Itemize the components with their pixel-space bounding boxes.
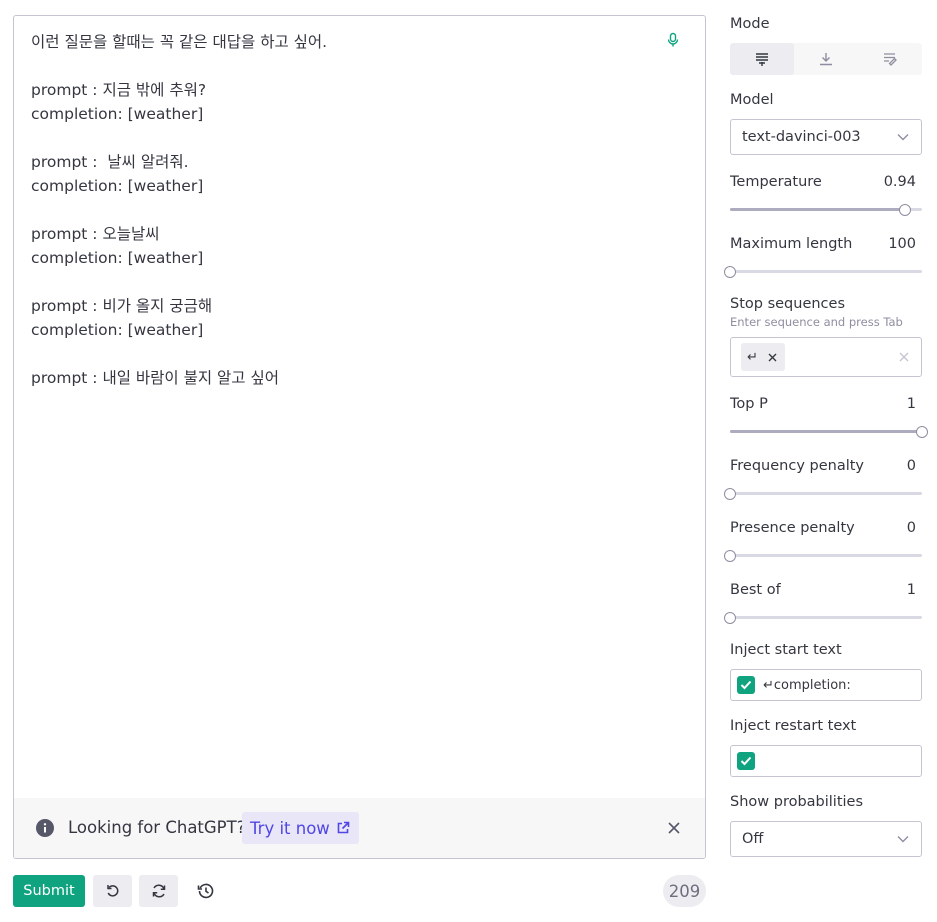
max-length-row: Maximum length 100: [730, 236, 922, 252]
regenerate-button[interactable]: [139, 875, 178, 907]
editor-line: completion: [weather]: [31, 105, 204, 123]
editor-line: completion: [weather]: [31, 177, 204, 195]
insert-mode-icon: [820, 53, 832, 66]
show-probabilities-label: Show probabilities: [730, 794, 864, 810]
stop-sequences-label: Stop sequences: [730, 296, 846, 312]
temperature-label: Temperature: [730, 174, 822, 190]
stop-sequences-input[interactable]: ↵: [730, 337, 922, 377]
temperature-slider[interactable]: [730, 204, 922, 216]
best-of-row: Best of 1: [730, 582, 922, 598]
close-icon[interactable]: [667, 821, 681, 835]
checkmark-icon: [740, 756, 752, 766]
chevron-down-icon: [897, 134, 909, 141]
stop-sequence-chip: ↵: [741, 343, 785, 371]
history-button[interactable]: [192, 875, 220, 907]
inject-start-checkbox[interactable]: [737, 676, 755, 694]
inject-restart-label: Inject restart text: [730, 718, 857, 734]
slider-thumb[interactable]: [724, 550, 736, 562]
inject-start-input[interactable]: ↵completion:: [730, 669, 922, 701]
external-link-icon: [337, 821, 350, 834]
temperature-value[interactable]: 0.94: [884, 174, 922, 190]
slider-thumb[interactable]: [724, 266, 736, 278]
editor-line: completion: [weather]: [31, 321, 204, 339]
editor-line: prompt : 오늘날씨: [31, 225, 160, 243]
best-of-value[interactable]: 1: [907, 582, 922, 598]
presence-penalty-slider[interactable]: [724, 550, 922, 562]
prompt-editor[interactable]: 이런 질문을 할때는 꼭 같은 대답을 하고 싶어. prompt : 지금 밖…: [13, 15, 706, 859]
undo-button[interactable]: [93, 875, 132, 907]
slider-thumb[interactable]: [899, 204, 912, 216]
presence-penalty-row: Presence penalty 0: [730, 520, 922, 536]
chevron-down-icon: [897, 836, 909, 843]
remove-chip-icon[interactable]: [768, 353, 777, 362]
temperature-row: Temperature 0.94: [730, 174, 922, 190]
slider-thumb[interactable]: [724, 488, 736, 500]
model-select-value: text-davinci-003: [742, 129, 861, 145]
clear-icon[interactable]: [899, 352, 909, 362]
frequency-penalty-label: Frequency penalty: [730, 458, 865, 474]
editor-line: prompt : 내일 바람이 불지 알고 싶어: [31, 369, 280, 387]
mode-complete-button[interactable]: [730, 43, 794, 75]
try-it-now-label: Try it now: [250, 818, 330, 838]
info-icon: [36, 819, 54, 837]
model-label: Model: [730, 92, 774, 108]
editor-line: completion: [weather]: [31, 249, 204, 267]
top-p-slider[interactable]: [730, 426, 928, 438]
presence-penalty-value[interactable]: 0: [907, 520, 922, 536]
undo-icon: [106, 885, 118, 897]
stop-sequence-chip-text: ↵: [747, 349, 758, 364]
frequency-penalty-value[interactable]: 0: [907, 458, 922, 474]
max-length-slider[interactable]: [724, 266, 922, 278]
best-of-slider[interactable]: [724, 612, 922, 624]
editor-line: prompt : 비가 올지 궁금해: [31, 297, 213, 315]
mode-toggle-group: [730, 43, 922, 75]
model-select[interactable]: text-davinci-003: [730, 119, 922, 155]
complete-mode-icon: [756, 53, 768, 66]
token-count-badge: 209: [663, 875, 706, 907]
stop-sequences-hint: Enter sequence and press Tab: [730, 315, 903, 329]
slider-thumb[interactable]: [916, 426, 928, 438]
editor-line: prompt : 지금 밖에 추워?: [31, 81, 207, 99]
mode-label: Mode: [730, 16, 770, 32]
top-p-label: Top P: [730, 396, 768, 412]
show-probabilities-value: Off: [742, 831, 764, 847]
slider-thumb[interactable]: [724, 612, 736, 624]
best-of-label: Best of: [730, 582, 781, 598]
frequency-penalty-slider[interactable]: [724, 488, 922, 500]
checkmark-icon: [740, 680, 752, 690]
inject-restart-checkbox[interactable]: [737, 752, 755, 770]
editor-line: prompt : 날씨 알려줘.: [31, 153, 189, 171]
submit-button[interactable]: Submit: [13, 875, 85, 907]
mode-insert-button[interactable]: [794, 43, 858, 75]
presence-penalty-label: Presence penalty: [730, 520, 855, 536]
mode-edit-button[interactable]: [858, 43, 922, 75]
top-p-row: Top P 1: [730, 396, 922, 412]
inject-start-value[interactable]: ↵completion:: [763, 678, 851, 693]
try-it-now-link[interactable]: Try it now: [242, 812, 359, 844]
top-p-value[interactable]: 1: [907, 396, 922, 412]
regenerate-icon: [152, 884, 165, 898]
edit-mode-icon: [884, 53, 897, 66]
frequency-penalty-row: Frequency penalty 0: [730, 458, 922, 474]
inject-start-label: Inject start text: [730, 642, 842, 658]
chatgpt-banner: Looking for ChatGPT? Try it now: [14, 798, 705, 858]
banner-text: Looking for ChatGPT?: [68, 818, 246, 837]
max-length-value[interactable]: 100: [888, 236, 922, 252]
show-probabilities-select[interactable]: Off: [730, 821, 922, 857]
editor-line: 이런 질문을 할때는 꼭 같은 대답을 하고 싶어.: [31, 33, 328, 51]
microphone-icon[interactable]: [665, 32, 681, 48]
max-length-label: Maximum length: [730, 236, 853, 252]
inject-restart-input[interactable]: [730, 745, 922, 777]
history-icon: [197, 883, 214, 899]
prompt-textarea[interactable]: 이런 질문을 할때는 꼭 같은 대답을 하고 싶어. prompt : 지금 밖…: [31, 30, 665, 390]
